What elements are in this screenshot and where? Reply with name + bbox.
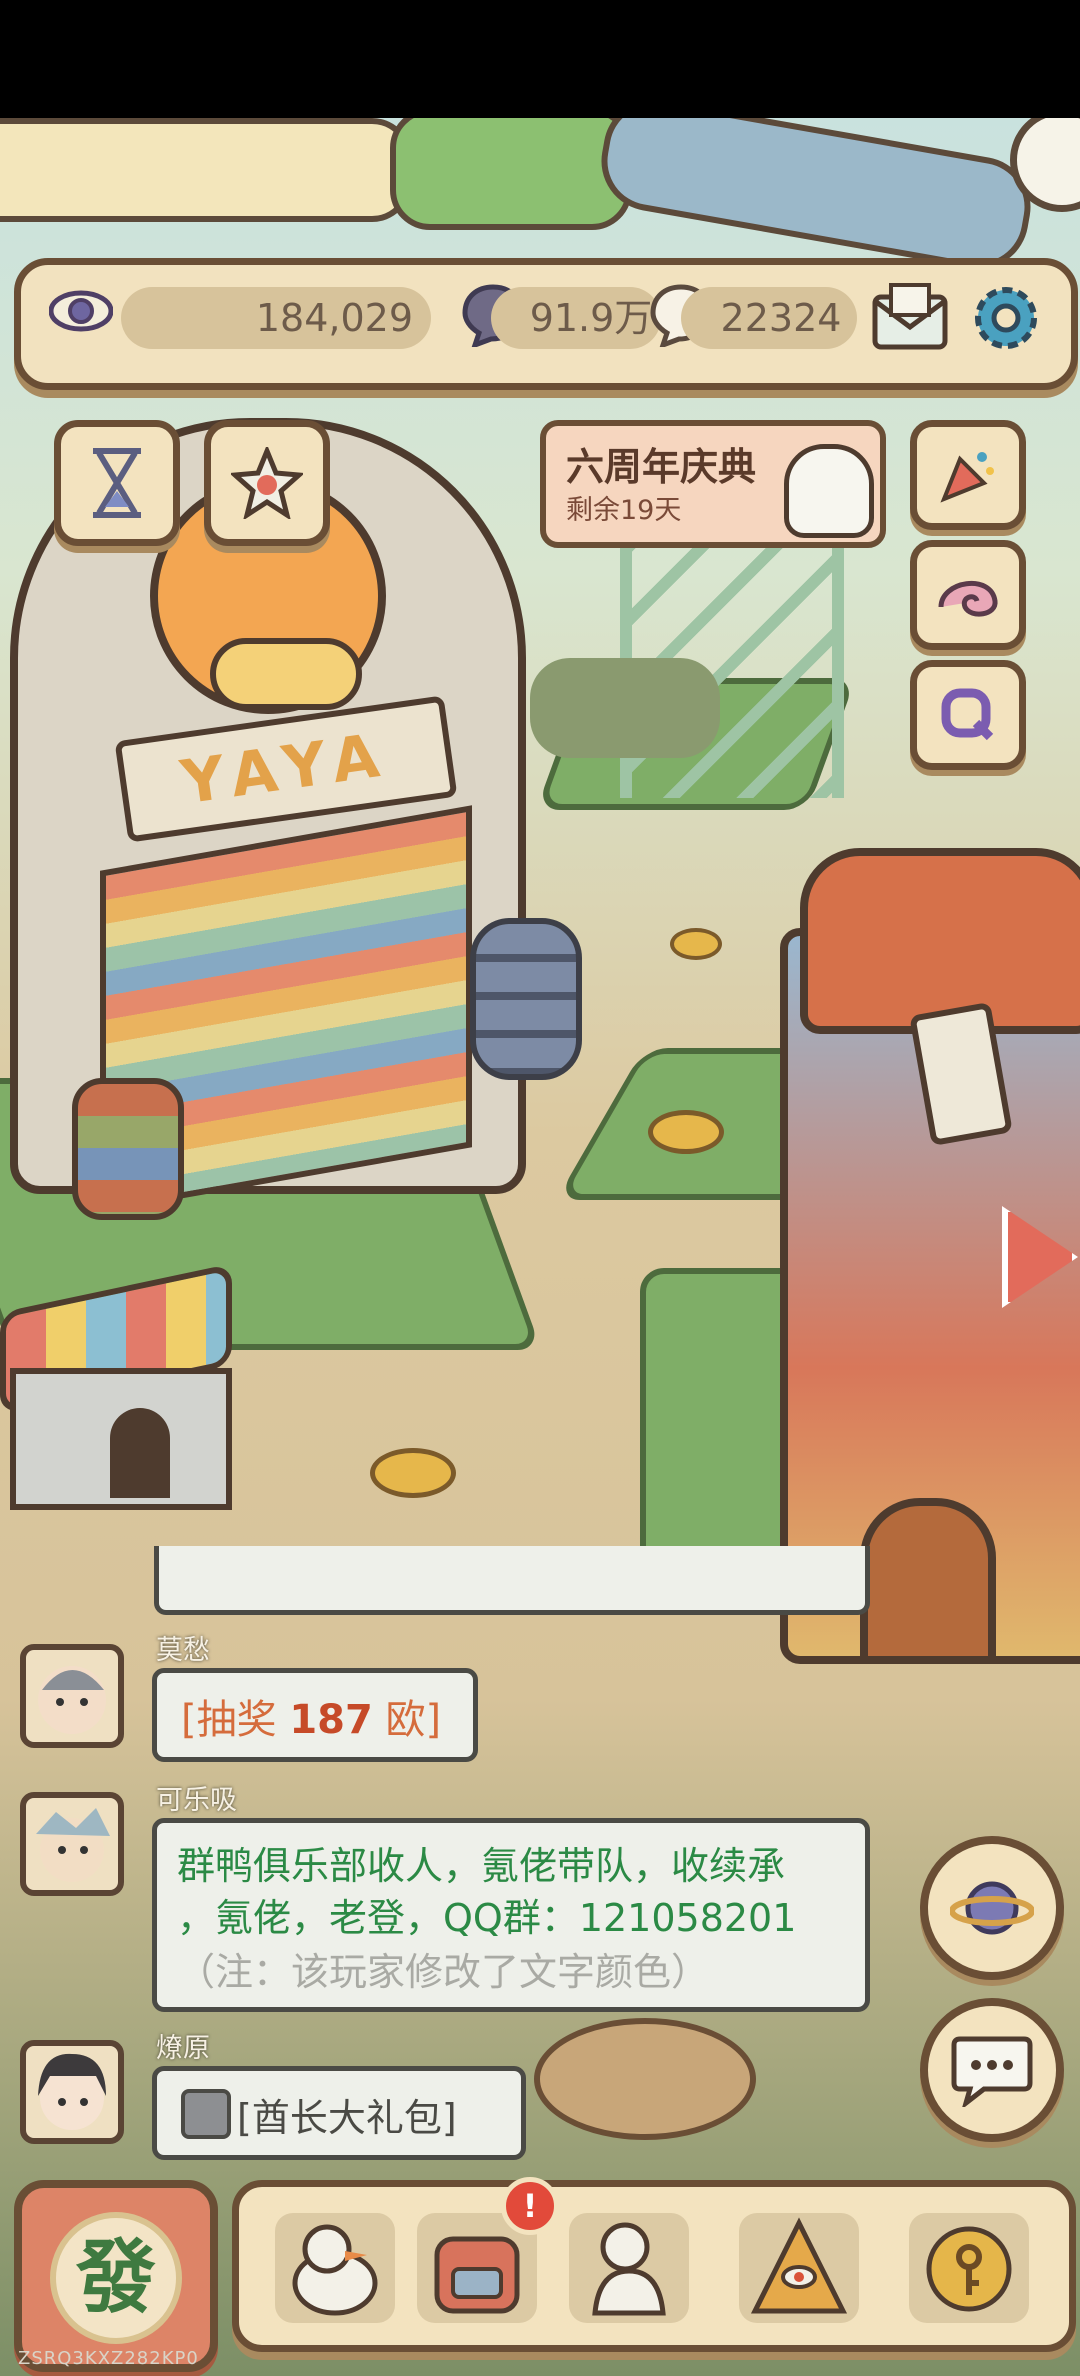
chat-username[interactable]: 燎原 <box>156 2026 210 2065</box>
star-button[interactable] <box>204 420 330 546</box>
nav-key-coin[interactable] <box>909 2213 1029 2323</box>
lottery-count: 187 <box>289 1697 373 1743</box>
coin <box>370 1448 456 1498</box>
pipe-blue <box>593 118 1039 277</box>
chat-bubble[interactable]: [酋长大礼包] <box>152 2066 526 2160</box>
avatar[interactable] <box>20 1792 124 1896</box>
planet-icon <box>950 1881 1034 1935</box>
hourglass-button[interactable] <box>54 420 180 546</box>
duck-character-icon <box>292 2224 378 2316</box>
shop-sign-text: YAYA <box>176 719 396 819</box>
tire-stack <box>470 918 582 1080</box>
avatar[interactable] <box>20 1644 124 1748</box>
search-q-button[interactable] <box>910 660 1026 770</box>
party-popper-icon <box>940 452 994 503</box>
dog-house[interactable] <box>0 1263 240 1510</box>
mail-icon[interactable] <box>871 281 949 353</box>
coin <box>670 928 722 960</box>
event-title: 六周年庆典 <box>566 445 757 489</box>
event-subtitle: 剩余19天 <box>566 495 682 526</box>
nav-statue[interactable] <box>569 2213 689 2323</box>
eye-icon[interactable] <box>48 285 114 337</box>
key-coin-icon <box>926 2226 1012 2312</box>
tower-door <box>860 1498 996 1664</box>
chat-bubble[interactable]: 群鸭俱乐部收人，氪佬带队，收续承 ，氪佬，老登，QQ群：121058201 （注… <box>152 1818 870 2012</box>
chat-bubble-partial <box>154 1546 870 1615</box>
chat-text-line: 群鸭俱乐部收人，氪佬带队，收续承 <box>177 1844 786 1888</box>
bottom-nav-bar: ! <box>232 2177 1076 2352</box>
chat-username[interactable]: 可乐吸 <box>156 1778 237 1817</box>
anniversary-event-banner[interactable]: 六周年庆典 剩余19天 <box>540 420 886 548</box>
nav-pyramid[interactable] <box>739 2213 859 2323</box>
coin <box>648 1110 724 1154</box>
chat-button[interactable] <box>920 1998 1064 2142</box>
eye-value: 184,029 <box>255 296 413 340</box>
gift-pack-message: [酋长大礼包] <box>237 2096 457 2140</box>
nav-backpack[interactable]: ! <box>417 2177 559 2323</box>
stepping-stone <box>534 2018 756 2140</box>
gift-pack-icon <box>181 2089 231 2139</box>
settings-gear-icon[interactable] <box>967 279 1045 357</box>
avatar[interactable] <box>20 2040 124 2144</box>
status-bar <box>0 0 1080 118</box>
shell-button[interactable] <box>910 540 1026 650</box>
chat-icon <box>951 2036 1033 2107</box>
duck-mascot-icon <box>784 444 874 538</box>
duck-value: 22324 <box>720 296 842 340</box>
chat-bubble[interactable]: [抽奖 187 欧] <box>152 1668 478 1762</box>
duck-beak <box>210 638 362 710</box>
shell-icon <box>938 580 998 617</box>
planet-button[interactable] <box>920 1836 1064 1980</box>
pipe-green <box>390 118 632 230</box>
chat-color-note: （注：该玩家修改了文字颜色） <box>177 1950 710 1994</box>
resource-bar: 184,029 91.9万 22324 <box>14 258 1078 390</box>
hourglass-icon <box>93 448 141 518</box>
stacking-rings <box>72 1078 184 1220</box>
fa-character: 發 <box>76 2231 156 2324</box>
statue-bust-icon <box>592 2222 666 2316</box>
nav-duck-character[interactable] <box>275 2213 395 2323</box>
watermark: ZSRQ3KXZ282KP0 <box>18 2348 199 2369</box>
lottery-message: [抽奖 187 欧] <box>181 1697 442 1743</box>
star-icon <box>231 447 303 519</box>
q-icon <box>941 688 994 741</box>
chat-username[interactable]: 莫愁 <box>156 1628 210 1667</box>
chat-text-line: ，氪佬，老登，QQ群：121058201 <box>177 1896 797 1940</box>
coin-value: 91.9万 <box>529 296 653 340</box>
ribbon-bow <box>800 848 1080 1034</box>
notification-badge: ! <box>501 2177 559 2235</box>
main-fa-button[interactable]: 發 <box>14 2180 218 2372</box>
pipe-left <box>0 118 412 222</box>
pyramid-eye-icon <box>750 2217 848 2314</box>
party-popper-button[interactable] <box>910 420 1026 530</box>
anvil-hammer[interactable] <box>530 658 720 758</box>
